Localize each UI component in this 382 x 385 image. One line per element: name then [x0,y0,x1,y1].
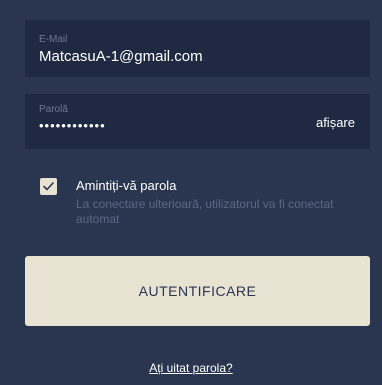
email-field[interactable]: E-Mail MatcasuA-1@gmail.com [25,20,370,77]
remember-title: Amintiți-vă parola [76,178,177,193]
password-value[interactable]: •••••••••••• [39,118,106,133]
password-label: Parolă [39,104,68,115]
forgot-password-link[interactable]: Ați uitat parola? [0,361,382,375]
show-password-button[interactable]: afișare [316,115,355,130]
checkmark-icon [43,182,54,191]
email-value[interactable]: MatcasuA-1@gmail.com [39,48,203,65]
login-button[interactable]: AUTENTIFICARE [25,256,370,326]
password-field[interactable]: Parolă •••••••••••• afișare [25,94,370,149]
remember-checkbox[interactable] [40,178,57,195]
remember-description: La conectare ulterioară, utilizatorul va… [76,197,334,226]
email-label: E-Mail [39,34,68,45]
